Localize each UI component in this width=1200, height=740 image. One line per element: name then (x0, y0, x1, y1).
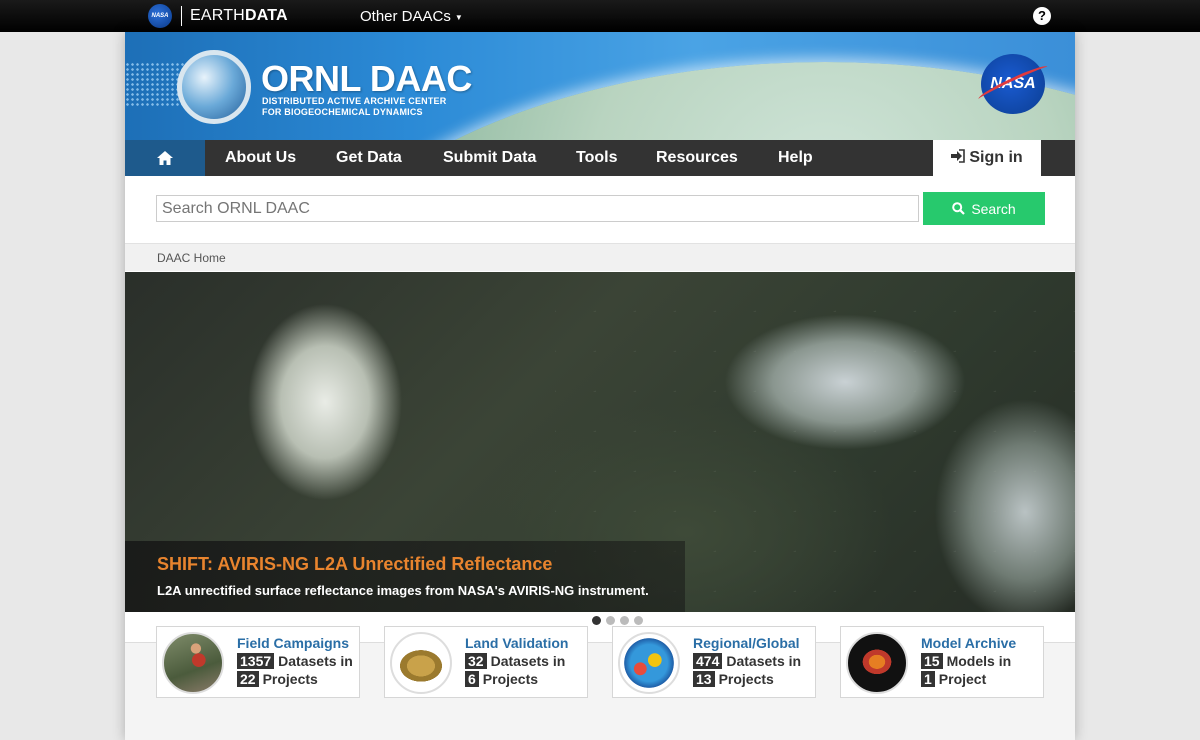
earthdata-topbar: NASA EARTHDATA Other DAACs ▼ ? (0, 0, 1200, 32)
breadcrumb-home[interactable]: DAAC Home (157, 251, 226, 265)
caret-down-icon: ▼ (454, 12, 463, 22)
sign-in-label: Sign in (969, 149, 1023, 166)
nav-about-us[interactable]: About Us (225, 140, 296, 176)
card-model-archive[interactable]: Model Archive 15 Models in 1 Project (840, 626, 1044, 698)
card-title[interactable]: Model Archive (921, 635, 1016, 651)
main-nav: About Us Get Data Submit Data Tools Reso… (125, 140, 1075, 176)
earthdata-left: EARTH (190, 7, 245, 24)
project-label: Projects (718, 671, 774, 687)
carousel-dot-2[interactable] (606, 616, 615, 625)
ornl-globe-logo[interactable] (177, 50, 251, 124)
card-field-campaigns[interactable]: Field Campaigns 1357 Datasets in 22 Projec… (156, 626, 360, 698)
nav-get-data[interactable]: Get Data (336, 140, 402, 176)
card-datasets-line: 474 Datasets in (693, 653, 801, 669)
search-button[interactable]: Search (923, 192, 1045, 225)
home-icon (157, 151, 173, 165)
site-title[interactable]: ORNL DAAC (261, 58, 472, 100)
card-projects-line: 6 Projects (465, 671, 538, 687)
model-label: Models in (946, 653, 1012, 669)
card-title[interactable]: Land Validation (465, 635, 568, 651)
card-projects-line: 22 Projects (237, 671, 318, 687)
card-datasets-line: 1357 Datasets in (237, 653, 353, 669)
card-regional-global[interactable]: Regional/Global 474 Datasets in 13 Project… (612, 626, 816, 698)
search-button-label: Search (971, 200, 1016, 217)
search-input[interactable] (156, 195, 919, 222)
dataset-label: Datasets in (726, 653, 802, 669)
hero-title[interactable]: SHIFT: AVIRIS-NG L2A Unrectified Reflect… (157, 554, 552, 575)
breadcrumb: DAAC Home (125, 243, 1075, 271)
project-label: Project (938, 671, 987, 687)
nasa-logo[interactable]: NASA (976, 54, 1050, 114)
regional-global-thumbnail (618, 632, 680, 694)
other-daacs-label: Other DAACs (360, 8, 451, 25)
card-projects-line: 13 Projects (693, 671, 774, 687)
topbar-separator (181, 6, 182, 26)
dataset-count: 474 (693, 653, 723, 669)
project-count: 1 (921, 671, 935, 687)
dataset-label: Datasets in (490, 653, 566, 669)
nasa-swoosh (976, 62, 1050, 104)
nav-help[interactable]: Help (778, 140, 813, 176)
carousel-dot-4[interactable] (634, 616, 643, 625)
card-models-line: 15 Models in (921, 653, 1011, 669)
dataset-count: 1357 (237, 653, 275, 669)
land-validation-thumbnail (390, 632, 452, 694)
field-campaigns-thumbnail (162, 632, 224, 694)
hero-subtitle: L2A unrectified surface reflectance imag… (157, 583, 649, 598)
earthdata-link[interactable]: EARTHDATA (190, 7, 288, 25)
nav-resources[interactable]: Resources (656, 140, 738, 176)
dataset-label: Datasets in (278, 653, 353, 669)
search-icon (952, 202, 966, 215)
card-land-validation[interactable]: Land Validation 32 Datasets in 6 Projects (384, 626, 588, 698)
project-count: 22 (237, 671, 259, 687)
card-title[interactable]: Regional/Global (693, 635, 800, 651)
home-button[interactable] (125, 140, 205, 176)
project-count: 13 (693, 671, 715, 687)
card-projects-line: 1 Project (921, 671, 986, 687)
model-count: 15 (921, 653, 943, 669)
nav-submit-data[interactable]: Submit Data (443, 140, 536, 176)
carousel-indicators (592, 616, 643, 625)
sign-in-button[interactable]: Sign in (933, 140, 1041, 176)
nasa-mini-logo[interactable]: NASA (148, 4, 172, 28)
site-subtitle-line1: DISTRIBUTED ACTIVE ARCHIVE CENTER (262, 96, 447, 106)
model-archive-thumbnail (846, 632, 908, 694)
earthdata-right: DATA (244, 7, 288, 24)
carousel-dot-1[interactable] (592, 616, 601, 625)
hero-carousel[interactable]: SHIFT: AVIRIS-NG L2A Unrectified Reflect… (125, 272, 1075, 612)
card-datasets-line: 32 Datasets in (465, 653, 565, 669)
sign-in-icon (951, 149, 966, 163)
site-subtitle-line2: FOR BIOGEOCHEMICAL DYNAMICS (262, 107, 423, 117)
help-icon[interactable]: ? (1033, 7, 1051, 25)
carousel-dot-3[interactable] (620, 616, 629, 625)
other-daacs-dropdown[interactable]: Other DAACs ▼ (360, 8, 463, 25)
site-banner: ORNL DAAC DISTRIBUTED ACTIVE ARCHIVE CEN… (125, 32, 1075, 140)
dataset-count: 32 (465, 653, 487, 669)
nav-tools[interactable]: Tools (576, 140, 617, 176)
project-label: Projects (482, 671, 539, 687)
project-count: 6 (465, 671, 479, 687)
hero-caption-backdrop (125, 541, 685, 612)
card-title[interactable]: Field Campaigns (237, 635, 349, 651)
project-label: Projects (262, 671, 318, 687)
